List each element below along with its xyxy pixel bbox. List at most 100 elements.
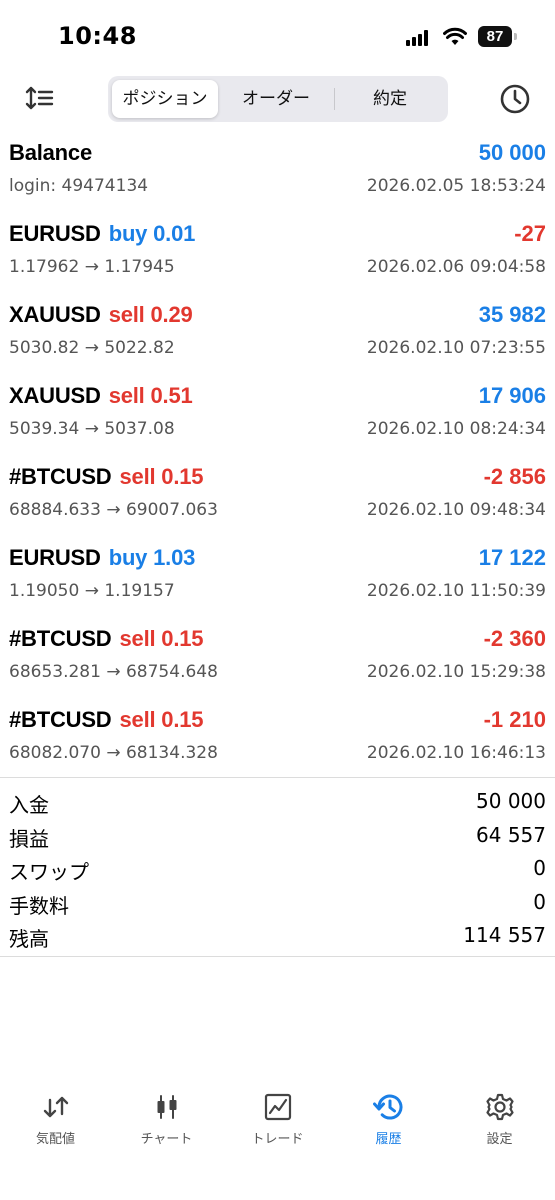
deal-title: #BTCUSD sell 0.15: [9, 464, 204, 490]
price-range: 5039.34 → 5037.08: [9, 419, 175, 439]
wifi-icon: [443, 27, 467, 45]
deal-time: 2026.02.10 07:23:55: [366, 338, 546, 358]
quotes-icon: [43, 1096, 68, 1118]
deal-row[interactable]: XAUUSD sell 0.51 17 906 5039.34 → 5037.08 20…: [0, 377, 555, 458]
clock-icon[interactable]: [498, 82, 532, 116]
segment-divider: [334, 88, 335, 110]
summary-label: 手数料: [9, 893, 69, 918]
trade-side: sell 0.51: [108, 383, 193, 408]
status-time: 10:48: [58, 22, 137, 50]
profit-value: 17 906: [478, 383, 546, 408]
symbol: EURUSD: [9, 545, 101, 570]
price-range: 68653.281 → 68754.648: [9, 662, 218, 682]
symbol: #BTCUSD: [9, 464, 112, 489]
profit-value: -2 856: [483, 464, 546, 489]
symbol: XAUUSD: [9, 302, 101, 327]
summary-row: 入金 50 000: [0, 786, 555, 820]
list-divider: [0, 777, 555, 778]
chart-icon: [157, 1095, 176, 1119]
price-range: 68884.633 → 69007.063: [9, 500, 218, 520]
profit-value: -1 210: [483, 707, 546, 732]
deal-title: XAUUSD sell 0.51: [9, 383, 193, 409]
summary-section: 入金 50 000 損益 64 557 スワップ 0 手数料 0 残高 114 557: [0, 786, 555, 954]
price-range: 1.19050 → 1.19157: [9, 581, 175, 601]
tab-label: トレード: [251, 1132, 304, 1147]
deal-time: 2026.02.06 09:04:58: [366, 257, 546, 277]
summary-divider: [0, 956, 555, 957]
tab-history[interactable]: 履歴: [333, 1088, 444, 1158]
settings-icon: [485, 1093, 514, 1121]
summary-label: 損益: [9, 826, 49, 851]
deal-row[interactable]: EURUSD buy 1.03 17 122 1.19050 → 1.19157 202…: [0, 539, 555, 620]
deal-time: 2026.02.10 16:46:13: [366, 743, 546, 763]
price-range: 68082.070 → 68134.328: [9, 743, 218, 763]
sort-icon[interactable]: [24, 84, 56, 112]
tab-trade[interactable]: トレード: [222, 1088, 333, 1158]
tab-orders[interactable]: オーダー: [220, 80, 332, 118]
cellular-signal-icon: [406, 30, 432, 46]
deal-time: 2026.02.10 15:29:38: [366, 662, 546, 682]
summary-value: 114 557: [463, 923, 546, 947]
deal-title: EURUSD buy 1.03: [9, 545, 195, 571]
history-list: Balance 50 000 login: 49474134 2026.02.05 1…: [0, 134, 555, 782]
toolbar: ポジション オーダー 約定: [0, 74, 555, 124]
price-range: 1.17962 → 1.17945: [9, 257, 175, 277]
summary-value: 64 557: [476, 822, 546, 847]
trade-side: buy 1.03: [108, 545, 196, 570]
deal-row[interactable]: #BTCUSD sell 0.15 -2 360 68653.281 → 68754.…: [0, 620, 555, 701]
price-range: 5030.82 → 5022.82: [9, 338, 175, 358]
history-icon: [372, 1094, 402, 1120]
summary-value: 0: [533, 856, 546, 880]
symbol: Balance: [9, 140, 92, 165]
deal-title: #BTCUSD sell 0.15: [9, 707, 204, 733]
trade-side: buy 0.01: [108, 221, 196, 246]
deal-time: 2026.02.10 08:24:34: [366, 419, 546, 439]
summary-label: 入金: [9, 793, 49, 817]
tab-positions[interactable]: ポジション: [112, 80, 218, 118]
symbol: #BTCUSD: [9, 626, 112, 651]
profit-value: -27: [514, 221, 546, 246]
profit-value: 17 122: [478, 545, 546, 570]
profit-value: 50 000: [478, 140, 546, 165]
tab-deals[interactable]: 約定: [336, 80, 444, 118]
segmented-control: ポジション オーダー 約定: [108, 76, 448, 122]
deal-row[interactable]: EURUSD buy 0.01 -27 1.17962 → 1.17945 2026.0…: [0, 215, 555, 296]
profit-value: 35 982: [478, 302, 546, 327]
tab-quotes[interactable]: 気配値: [0, 1088, 111, 1158]
deal-time: 2026.02.05 18:53:24: [366, 176, 546, 196]
tab-chart[interactable]: チャート: [111, 1088, 222, 1158]
deal-title: Balance: [9, 140, 92, 166]
trade-icon: [264, 1093, 291, 1121]
symbol: EURUSD: [9, 221, 101, 246]
summary-value: 0: [533, 889, 546, 914]
summary-row: 損益 64 557: [0, 820, 555, 854]
tab-label: チャート: [140, 1132, 193, 1147]
battery-level: 87: [478, 26, 512, 47]
symbol: #BTCUSD: [9, 707, 112, 732]
trade-side: sell 0.29: [108, 302, 193, 327]
summary-label: スワップ: [9, 860, 89, 884]
summary-row: スワップ 0: [0, 853, 555, 887]
tab-label: 履歴: [375, 1132, 402, 1147]
tab-bar: 気配値 チャート トレード 履歴 設定: [0, 1088, 555, 1200]
deal-title: XAUUSD sell 0.29: [9, 302, 193, 328]
battery-icon: 87: [478, 26, 518, 47]
deal-row[interactable]: #BTCUSD sell 0.15 -1 210 68082.070 → 68134.…: [0, 701, 555, 782]
summary-row: 残高 114 557: [0, 920, 555, 954]
profit-value: -2 360: [483, 626, 546, 651]
trade-side: sell 0.15: [119, 464, 204, 489]
trade-side: sell 0.15: [119, 707, 204, 732]
login-text: login: 49474134: [9, 176, 149, 196]
deal-row[interactable]: #BTCUSD sell 0.15 -2 856 68884.633 → 69007.…: [0, 458, 555, 539]
summary-label: 残高: [9, 927, 49, 951]
trade-side: sell 0.15: [119, 626, 204, 651]
tab-settings[interactable]: 設定: [444, 1088, 555, 1158]
deal-title: EURUSD buy 0.01: [9, 221, 195, 247]
deal-row[interactable]: XAUUSD sell 0.29 35 982 5030.82 → 5022.82 20…: [0, 296, 555, 377]
deal-time: 2026.02.10 09:48:34: [366, 500, 546, 520]
tab-label: 気配値: [35, 1132, 75, 1147]
summary-value: 50 000: [476, 789, 546, 813]
balance-row[interactable]: Balance 50 000 login: 49474134 2026.02.05 1…: [0, 134, 555, 215]
tab-label: 設定: [486, 1132, 513, 1147]
status-bar: 10:48 87: [0, 0, 555, 70]
